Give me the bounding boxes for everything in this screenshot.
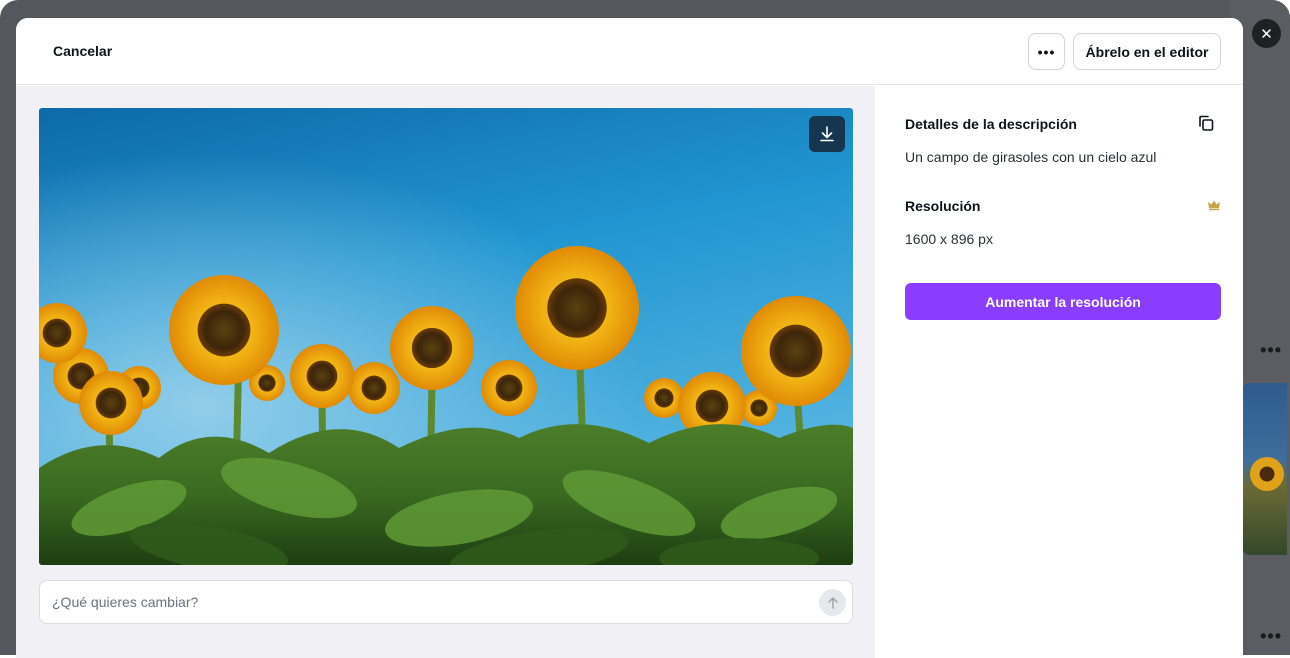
crown-icon	[1207, 198, 1221, 216]
description-value: Un campo de girasoles con un cielo azul	[905, 149, 1157, 165]
copy-button[interactable]	[1197, 114, 1215, 137]
more-icon: •••	[1037, 43, 1056, 60]
upscale-button[interactable]: Aumentar la resolución	[905, 283, 1221, 320]
send-button[interactable]	[819, 589, 846, 616]
download-button[interactable]	[809, 116, 845, 152]
background-more-icon: •••	[1260, 340, 1282, 360]
open-in-editor-button[interactable]: Ábrelo en el editor	[1073, 33, 1221, 70]
close-icon: ✕	[1260, 25, 1273, 43]
arrow-up-icon	[827, 596, 838, 609]
resolution-value: 1600 x 896 px	[905, 231, 993, 247]
description-title: Detalles de la descripción	[905, 116, 1077, 132]
cancel-button[interactable]: Cancelar	[53, 43, 112, 59]
more-options-button[interactable]: •••	[1028, 33, 1065, 70]
sunflower-field-image	[39, 108, 853, 565]
background-more-icon: •••	[1260, 626, 1282, 646]
download-icon	[820, 126, 834, 142]
prompt-field	[39, 580, 853, 624]
generated-image	[39, 108, 853, 565]
close-modal-button[interactable]: ✕	[1252, 19, 1281, 48]
image-pane	[16, 86, 875, 658]
details-panel: Detalles de la descripción Un campo de g…	[875, 86, 1243, 658]
modal-header: Cancelar ••• Ábrelo en el editor	[16, 18, 1243, 85]
resolution-title: Resolución	[905, 198, 981, 214]
copy-icon	[1199, 115, 1214, 131]
image-preview-modal: Cancelar ••• Ábrelo en el editor ¿Qué qu…	[16, 18, 1243, 658]
prompt-input[interactable]	[52, 581, 812, 623]
background-thumbnail	[1242, 383, 1287, 555]
